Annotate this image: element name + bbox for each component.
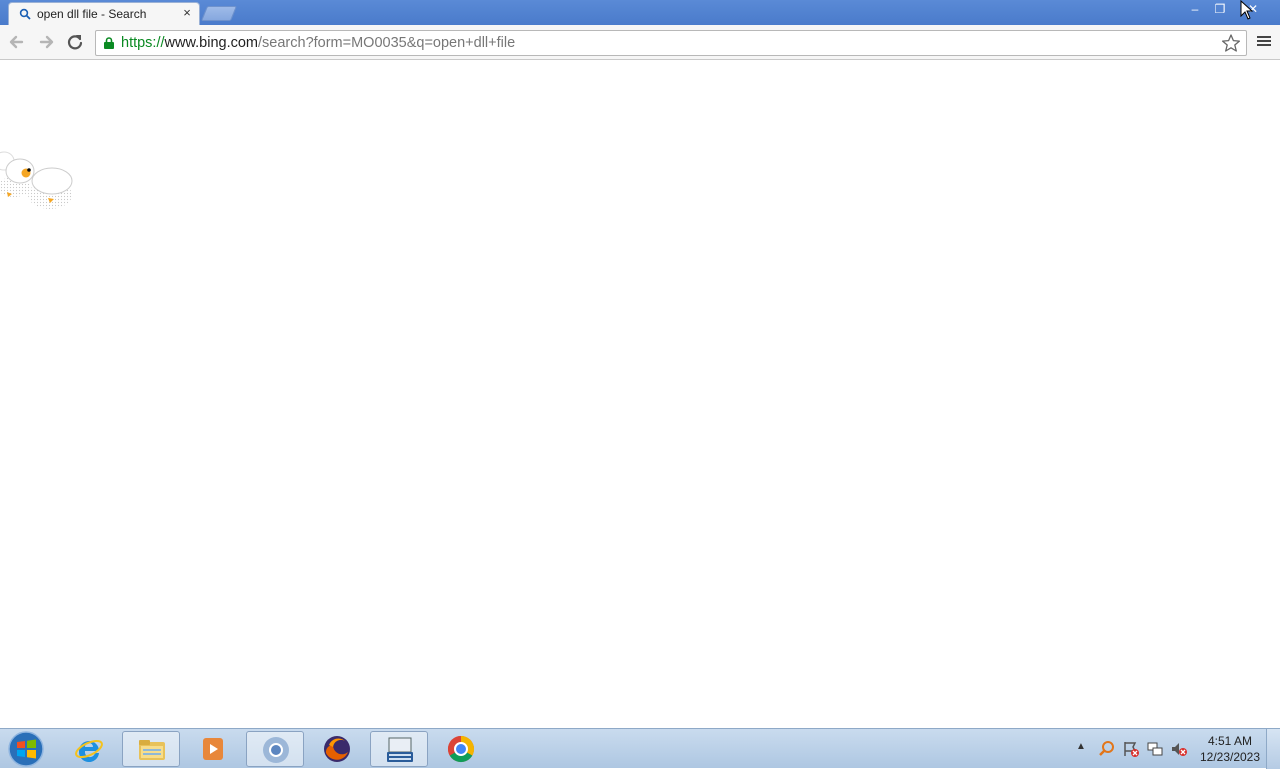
media-player-taskbar-button[interactable] <box>184 731 242 767</box>
internet-explorer-icon <box>75 739 103 763</box>
star-icon[interactable] <box>1220 33 1242 53</box>
windows-taskbar: ▲ 4:51 AM 12/23/2023 <box>0 728 1280 769</box>
show-desktop-button[interactable] <box>1266 729 1280 769</box>
menu-icon[interactable] <box>1255 34 1273 50</box>
web-page-content <box>0 61 1280 728</box>
on-screen-keyboard-taskbar-button[interactable] <box>370 731 428 767</box>
folder-icon <box>139 740 165 760</box>
network-tray-icon[interactable] <box>1146 740 1164 758</box>
windows-start-icon[interactable] <box>6 730 46 768</box>
tab-close-button[interactable]: × <box>180 5 194 21</box>
clock-time: 4:51 AM <box>1207 734 1253 748</box>
new-tab-button[interactable] <box>200 6 238 21</box>
minimize-button[interactable]: – <box>1183 0 1207 20</box>
url-host: www.bing.com <box>164 35 259 51</box>
tab-title: open dll file - Search <box>37 7 147 21</box>
chromium-icon <box>263 737 289 763</box>
keyboard-icon <box>387 737 413 762</box>
back-icon[interactable] <box>6 31 28 53</box>
browser-toolbar: https://www.bing.com/search?form=MO0035&… <box>0 25 1280 60</box>
menu-bar-line <box>1257 44 1271 46</box>
system-clock[interactable]: 4:51 AM 12/23/2023 <box>1198 733 1262 765</box>
magnifier-tray-icon[interactable] <box>1098 740 1116 758</box>
maximize-button[interactable]: ❐ <box>1208 0 1232 20</box>
search-icon <box>19 8 31 20</box>
browser-tab[interactable]: open dll file - Search × <box>8 2 200 25</box>
chrome-taskbar-button[interactable] <box>432 731 490 767</box>
url-text[interactable]: https://www.bing.com/search?form=MO0035&… <box>121 35 515 51</box>
lock-icon <box>104 37 114 49</box>
address-bar[interactable]: https://www.bing.com/search?form=MO0035&… <box>95 30 1247 56</box>
url-path: /search?form=MO0035&q=open+dll+file <box>258 35 516 51</box>
menu-bar-line <box>1257 36 1271 38</box>
mouse-cursor-icon <box>1240 0 1254 20</box>
show-hidden-icons-button[interactable]: ▲ <box>1076 741 1086 752</box>
internet-explorer-taskbar-button[interactable] <box>60 731 118 767</box>
firefox-taskbar-button[interactable] <box>308 731 366 767</box>
chrome-icon <box>447 735 475 763</box>
file-explorer-taskbar-button[interactable] <box>122 731 180 767</box>
loading-animation <box>0 151 73 209</box>
url-scheme: https:// <box>121 35 165 51</box>
action-center-tray-icon[interactable] <box>1122 740 1140 758</box>
chromium-taskbar-button[interactable] <box>246 731 304 767</box>
browser-titlebar: open dll file - Search × – ❐ ✕ <box>0 0 1280 25</box>
firefox-icon <box>324 736 350 762</box>
volume-muted-tray-icon[interactable] <box>1170 740 1188 758</box>
forward-icon[interactable] <box>35 31 57 53</box>
reload-icon[interactable] <box>64 31 86 53</box>
clock-date: 12/23/2023 <box>1199 750 1261 764</box>
media-player-icon <box>203 738 223 760</box>
menu-bar-line <box>1257 40 1271 42</box>
